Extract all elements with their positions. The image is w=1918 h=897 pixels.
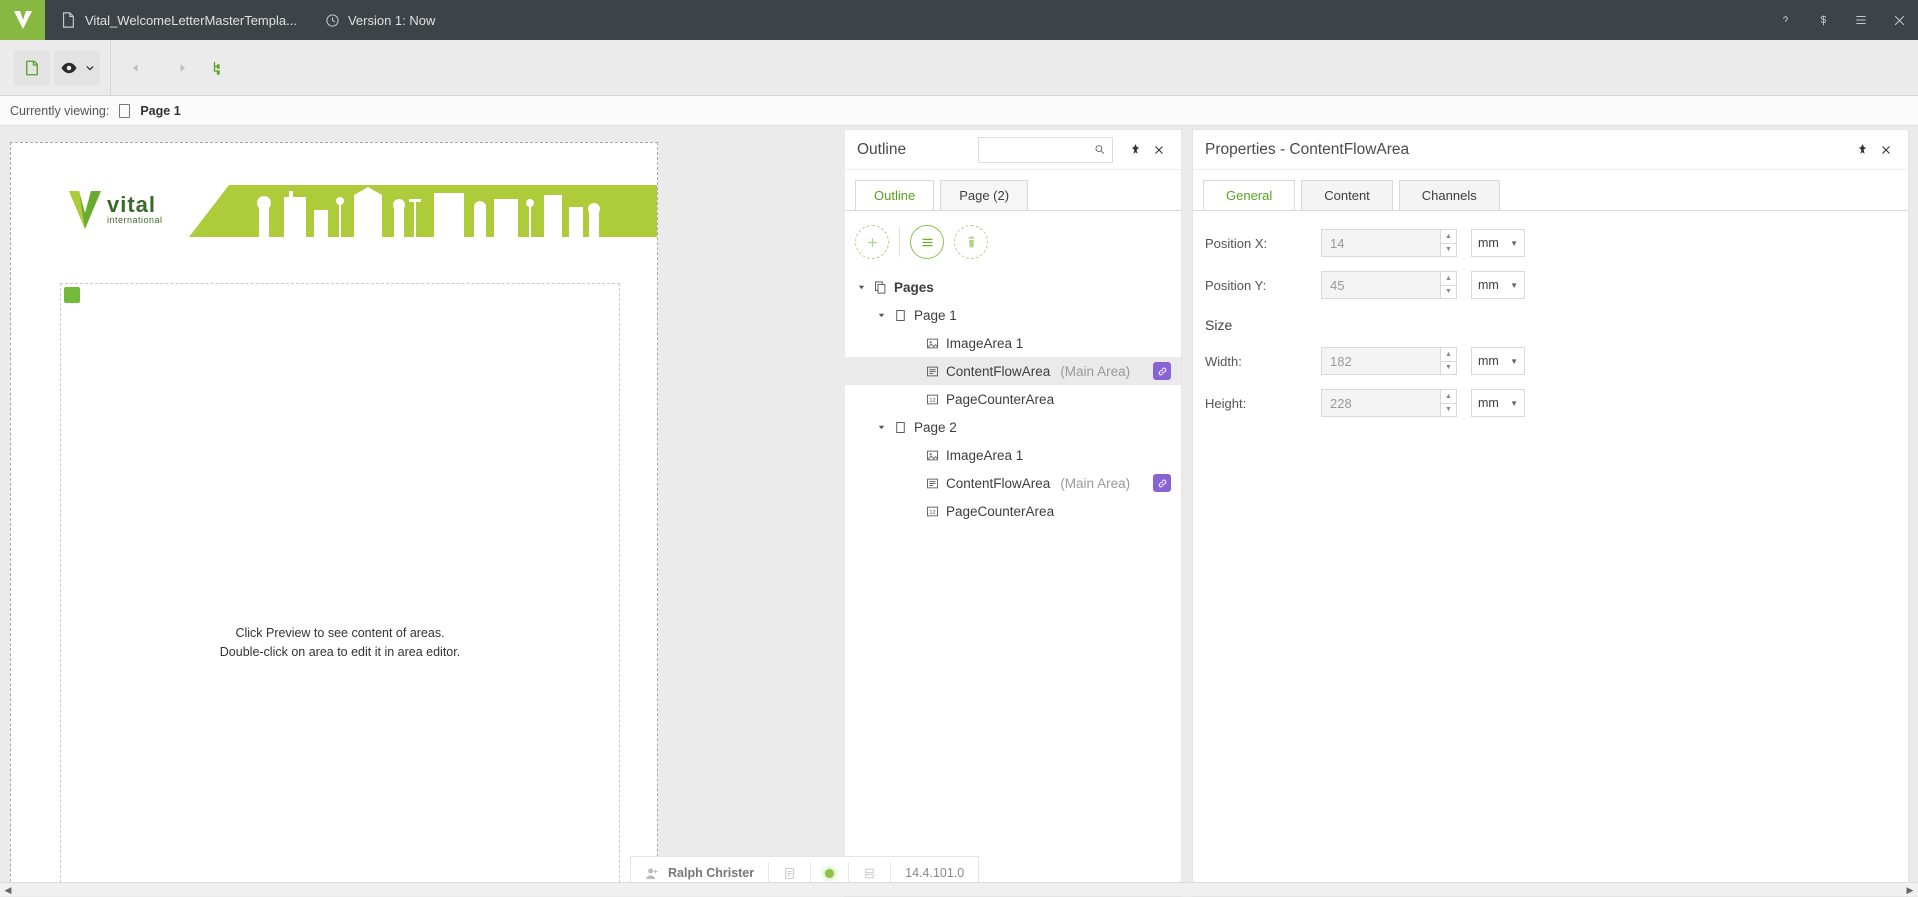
posy-spinner[interactable]: ▲▼ (1441, 271, 1457, 299)
viewing-label: Currently viewing: (10, 104, 109, 118)
properties-title: Properties - ContentFlowArea (1205, 141, 1409, 159)
save-button[interactable] (14, 50, 50, 86)
size-heading: Size (1205, 317, 1896, 333)
version-text: Version 1: Now (348, 13, 435, 28)
header-image-area[interactable]: vital international (59, 185, 657, 237)
tree-item[interactable]: ContentFlowArea(Main Area) (845, 357, 1181, 385)
status-dot-icon (825, 869, 834, 878)
tree-item[interactable]: ImageArea 1 (845, 329, 1181, 357)
menu-icon[interactable] (1842, 0, 1880, 40)
tab-general[interactable]: General (1203, 180, 1295, 211)
tree-item[interactable]: ContentFlowArea(Main Area) (845, 469, 1181, 497)
tree-page[interactable]: Page 2 (845, 413, 1181, 441)
prop-position-y: Position Y: ▲▼ mm▼ (1205, 271, 1896, 299)
height-spinner[interactable]: ▲▼ (1441, 389, 1457, 417)
tab-page[interactable]: Page (2) (940, 180, 1028, 211)
brand-sub: international (107, 215, 163, 225)
scroll-right-icon[interactable]: ▶ (1902, 883, 1918, 897)
tab-content[interactable]: Content (1301, 180, 1393, 211)
horizontal-scrollbar[interactable]: ◀ ▶ (0, 882, 1918, 896)
brand-logo: vital international (67, 189, 163, 231)
unit-select[interactable]: mm▼ (1471, 389, 1525, 417)
search-icon (1094, 143, 1106, 156)
outline-search-input[interactable] (985, 143, 1094, 157)
prop-width: Width: ▲▼ mm▼ (1205, 347, 1896, 375)
prop-height: Height: ▲▼ mm▼ (1205, 389, 1896, 417)
page-icon (119, 104, 130, 118)
close-panel-icon[interactable] (1149, 140, 1169, 160)
main-toolbar (0, 40, 1918, 96)
content-flow-area[interactable]: Click Preview to see content of areas. D… (60, 283, 620, 896)
menu-button[interactable] (910, 225, 944, 259)
outline-tree: PagesPage 1ImageArea 1ContentFlowArea(Ma… (845, 269, 1181, 535)
unit-select[interactable]: mm▼ (1471, 347, 1525, 375)
delete-button[interactable] (954, 225, 988, 259)
outline-panel: Outline Outline Page (2) PagesPa (845, 130, 1181, 896)
posx-spinner[interactable]: ▲▼ (1441, 229, 1457, 257)
filename-text: Vital_WelcomeLetterMasterTempla... (85, 13, 297, 28)
app-logo[interactable] (0, 0, 45, 40)
brand-name: vital (107, 195, 163, 215)
placeholder-text: Click Preview to see content of areas. D… (61, 624, 619, 662)
viewing-page: Page 1 (140, 104, 180, 118)
close-panel-icon[interactable] (1876, 140, 1896, 160)
flow-handle-icon[interactable] (64, 287, 80, 303)
svg-text:12: 12 (929, 510, 935, 516)
hierarchy-button[interactable] (201, 50, 237, 86)
posy-input[interactable] (1321, 271, 1441, 299)
outline-search[interactable] (978, 137, 1113, 163)
canvas-area[interactable]: vital international Click Preview to see… (0, 126, 845, 896)
unit-select[interactable]: mm▼ (1471, 271, 1525, 299)
link-badge-icon[interactable] (1153, 362, 1171, 380)
tree-item[interactable]: 12PageCounterArea (845, 385, 1181, 413)
tree-item[interactable]: 12PageCounterArea (845, 497, 1181, 525)
help-icon[interactable] (1766, 0, 1804, 40)
prop-position-x: Position X: ▲▼ mm▼ (1205, 229, 1896, 257)
page-preview[interactable]: vital international Click Preview to see… (10, 142, 658, 896)
redo-button[interactable] (161, 50, 197, 86)
title-bar: Vital_WelcomeLetterMasterTempla... Versi… (0, 0, 1918, 40)
dollar-icon[interactable] (1804, 0, 1842, 40)
tree-page[interactable]: Page 1 (845, 301, 1181, 329)
tree-root-pages[interactable]: Pages (845, 273, 1181, 301)
svg-text:12: 12 (929, 398, 935, 404)
pin-icon[interactable] (1852, 140, 1872, 160)
width-input[interactable] (1321, 347, 1441, 375)
width-spinner[interactable]: ▲▼ (1441, 347, 1457, 375)
unit-select[interactable]: mm▼ (1471, 229, 1525, 257)
scroll-left-icon[interactable]: ◀ (0, 883, 16, 897)
properties-panel: Properties - ContentFlowArea General Con… (1193, 130, 1908, 896)
tab-outline[interactable]: Outline (855, 180, 934, 211)
version-selector[interactable]: Version 1: Now (313, 13, 447, 28)
height-input[interactable] (1321, 389, 1441, 417)
link-badge-icon[interactable] (1153, 474, 1171, 492)
viewing-bar: Currently viewing: Page 1 (0, 96, 1918, 126)
posx-input[interactable] (1321, 229, 1441, 257)
tab-channels[interactable]: Channels (1399, 180, 1500, 211)
outline-title: Outline (857, 141, 906, 159)
close-window-icon[interactable] (1880, 0, 1918, 40)
undo-button[interactable] (121, 50, 157, 86)
tree-item[interactable]: ImageArea 1 (845, 441, 1181, 469)
file-title: Vital_WelcomeLetterMasterTempla... (45, 12, 313, 28)
pin-icon[interactable] (1125, 140, 1145, 160)
chevron-down-icon (86, 65, 94, 71)
add-button[interactable] (855, 225, 889, 259)
preview-dropdown[interactable] (54, 50, 100, 86)
